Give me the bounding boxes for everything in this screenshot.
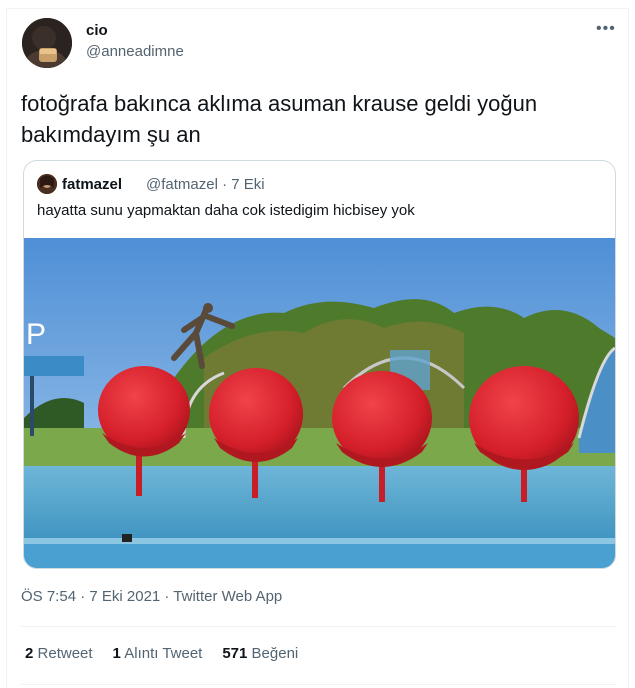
retweet-count: 2	[25, 645, 34, 662]
like-label: Beğeni	[251, 645, 299, 662]
quote-count: 1	[112, 645, 121, 662]
svg-text:P: P	[26, 318, 46, 351]
author-name[interactable]: cio	[86, 22, 108, 39]
quoted-tweet-photo[interactable]: P	[24, 238, 615, 568]
quote-tweets-stat[interactable]: 1 Alıntı Tweet	[113, 645, 203, 662]
quote-label: Alıntı Tweet	[124, 645, 203, 662]
quoted-author-name[interactable]: fatmazel	[62, 176, 122, 193]
more-icon[interactable]: •••	[596, 20, 616, 38]
retweets-stat[interactable]: 2 Retweet	[25, 645, 93, 662]
quoted-author-avatar[interactable]	[37, 174, 57, 194]
tweet-timestamp[interactable]: ÖS 7:54 · 7 Eki 2021 · Twitter Web App	[21, 588, 282, 605]
quoted-author-handle-time: @fatmazel · 7 Eki	[146, 176, 265, 193]
tweet-text: fotoğrafa bakınca aklıma asuman krause g…	[21, 91, 538, 147]
like-count: 571	[222, 645, 248, 662]
quoted-tweet[interactable]: fatmazel @fatmazel · 7 Eki hayatta sunu …	[23, 160, 616, 569]
likes-stat[interactable]: 571 Beğeni	[222, 645, 298, 662]
author-avatar[interactable]	[22, 18, 72, 68]
retweet-label: Retweet	[37, 645, 93, 662]
divider	[21, 684, 616, 685]
quoted-tweet-text: hayatta sunu yapmaktan daha cok istedigi…	[37, 202, 415, 219]
author-handle[interactable]: @anneadimne	[86, 43, 184, 60]
tweet-stats: 2 Retweet 1 Alıntı Tweet 571 Beğeni	[25, 645, 298, 662]
divider	[21, 626, 616, 627]
